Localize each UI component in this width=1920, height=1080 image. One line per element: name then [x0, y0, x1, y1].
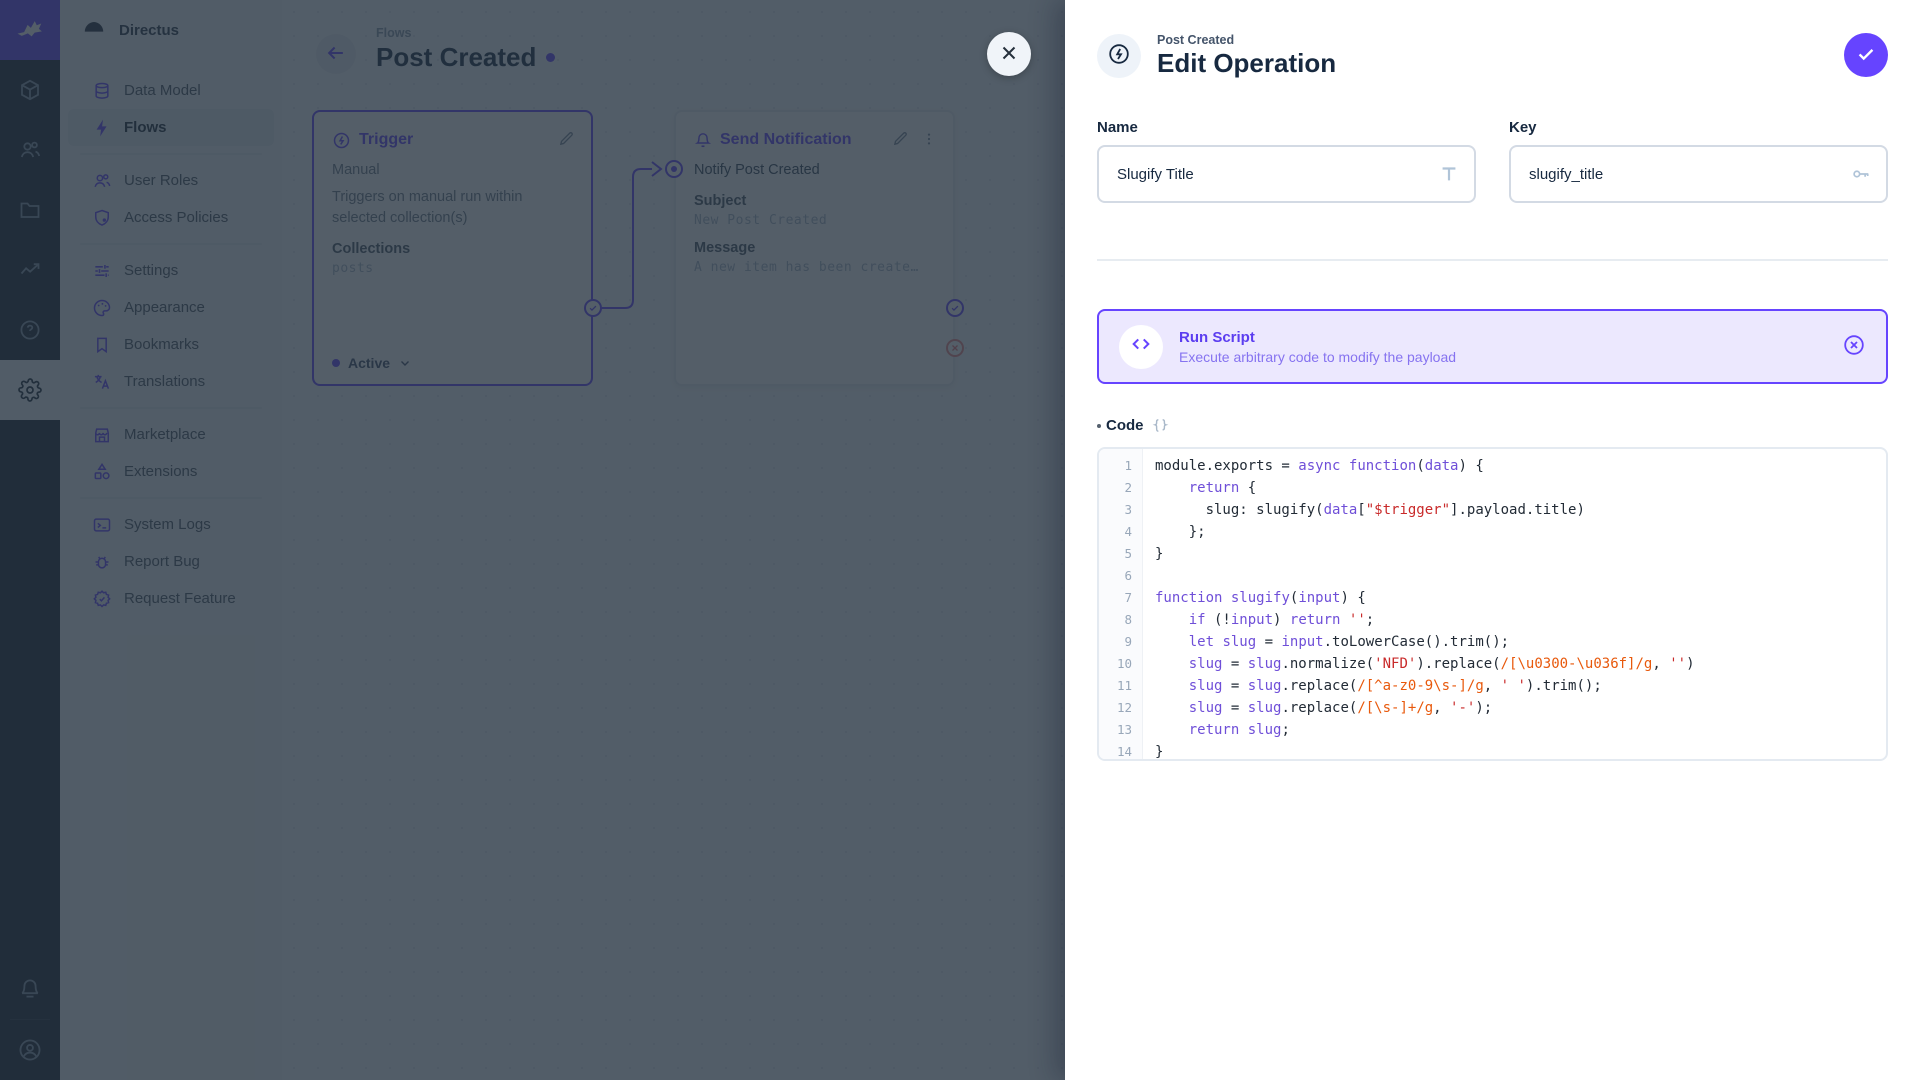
name-label: Name — [1097, 119, 1476, 136]
code-line — [1155, 565, 1886, 587]
code-line: if (!input) return ''; — [1155, 609, 1886, 631]
key-label: Key — [1509, 119, 1888, 136]
code-icon — [1130, 333, 1152, 360]
code-line: return slug; — [1155, 719, 1886, 741]
key-icon — [1850, 163, 1872, 185]
line-number: 8 — [1099, 609, 1142, 631]
code-line: }; — [1155, 521, 1886, 543]
line-number: 3 — [1099, 499, 1142, 521]
drawer-breadcrumb: Post Created — [1157, 33, 1336, 47]
code-line: slug = slug.replace(/[^a-z0-9\s-]/g, ' '… — [1155, 675, 1886, 697]
code-editor[interactable]: 1234567891011121314 module.exports = asy… — [1097, 447, 1888, 761]
required-dot — [1097, 424, 1101, 428]
bolt-circle-icon — [1107, 42, 1131, 71]
save-button[interactable] — [1844, 33, 1888, 77]
line-number: 5 — [1099, 543, 1142, 565]
line-number: 13 — [1099, 719, 1142, 741]
code-line: } — [1155, 543, 1886, 565]
app: Directus Data ModelFlowsUser RolesAccess… — [0, 0, 1920, 1080]
code-line: slug = slug.replace(/[\s-]+/g, '-'); — [1155, 697, 1886, 719]
drawer-header: Post Created Edit Operation — [1065, 0, 1920, 79]
code-line: module.exports = async function(data) { — [1155, 455, 1886, 477]
operation-type-subtitle: Execute arbitrary code to modify the pay… — [1179, 349, 1456, 365]
line-number: 6 — [1099, 565, 1142, 587]
code-line: slug = slug.normalize('NFD').replace(/[\… — [1155, 653, 1886, 675]
line-number: 9 — [1099, 631, 1142, 653]
line-number: 11 — [1099, 675, 1142, 697]
close-drawer-button[interactable] — [987, 32, 1031, 76]
line-number: 2 — [1099, 477, 1142, 499]
line-number: 12 — [1099, 697, 1142, 719]
code-line: let slug = input.toLowerCase().trim(); — [1155, 631, 1886, 653]
code-line: } — [1155, 741, 1886, 759]
operation-type-card[interactable]: Run Script Execute arbitrary code to mod… — [1097, 309, 1888, 384]
code-field-label: Code — [1106, 417, 1144, 434]
code-gutter: 1234567891011121314 — [1099, 449, 1143, 759]
line-number: 14 — [1099, 741, 1142, 761]
key-input[interactable] — [1509, 145, 1888, 203]
line-number: 1 — [1099, 455, 1142, 477]
close-circle-icon — [1842, 333, 1866, 360]
code-line: return { — [1155, 477, 1886, 499]
flow-icon-button[interactable] — [1097, 34, 1141, 78]
line-number: 7 — [1099, 587, 1142, 609]
code-icon-circle — [1119, 325, 1163, 369]
drawer-divider — [1097, 259, 1888, 261]
drawer-title: Edit Operation — [1157, 48, 1336, 79]
code-line: slug: slugify(data["$trigger"].payload.t… — [1155, 499, 1886, 521]
operation-type-title: Run Script — [1179, 329, 1456, 346]
close-icon — [998, 42, 1020, 67]
check-icon — [1855, 43, 1877, 68]
title-icon — [1438, 163, 1460, 185]
drawer-overlay[interactable] — [0, 0, 1065, 1080]
code-line: function slugify(input) { — [1155, 587, 1886, 609]
line-number: 10 — [1099, 653, 1142, 675]
name-input[interactable] — [1097, 145, 1476, 203]
edit-operation-drawer: Post Created Edit Operation Name — [1065, 0, 1920, 1080]
braces-icon — [1152, 417, 1169, 434]
code-lines: module.exports = async function(data) { … — [1143, 449, 1886, 759]
deselect-operation-button[interactable] — [1842, 333, 1866, 360]
line-number: 4 — [1099, 521, 1142, 543]
